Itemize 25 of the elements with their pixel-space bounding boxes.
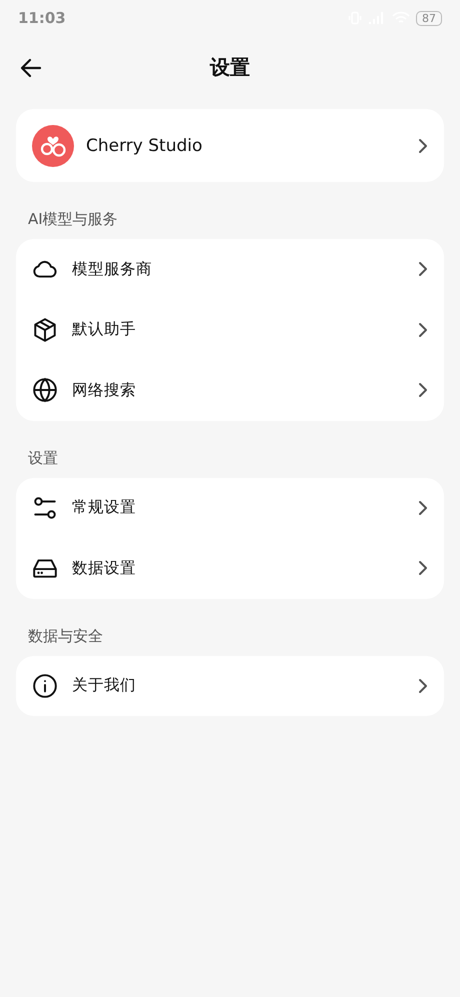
app-card[interactable]: Cherry Studio: [16, 109, 444, 182]
chevron-icon: [418, 560, 428, 576]
chevron-icon: [418, 382, 428, 398]
sliders-icon: [32, 494, 58, 521]
settings-item[interactable]: 数据设置: [16, 538, 444, 598]
chevron-icon: [418, 322, 428, 338]
settings-item[interactable]: 默认助手: [16, 300, 444, 360]
section-heading: 设置: [27, 448, 59, 468]
battery-indicator: 87: [416, 10, 442, 26]
box-icon: [32, 316, 58, 343]
chevron-icon: [418, 138, 428, 154]
status-time: 11:03: [18, 9, 66, 27]
settings-item[interactable]: 模型服务商: [16, 239, 444, 300]
app-logo-icon: [32, 124, 74, 166]
globe-icon: [32, 377, 58, 404]
section-heading: 数据与安全: [27, 626, 104, 646]
settings-item[interactable]: 网络搜索: [16, 360, 444, 420]
chevron-icon: [418, 500, 428, 516]
settings-item[interactable]: 关于我们: [16, 656, 444, 716]
chevron-icon: [418, 261, 428, 278]
chevron-icon: [418, 678, 428, 694]
section-heading: AI模型与服务: [27, 209, 119, 230]
info-icon: [32, 672, 58, 699]
page-title: 设置: [210, 54, 250, 80]
settings-item[interactable]: 常规设置: [16, 478, 444, 538]
